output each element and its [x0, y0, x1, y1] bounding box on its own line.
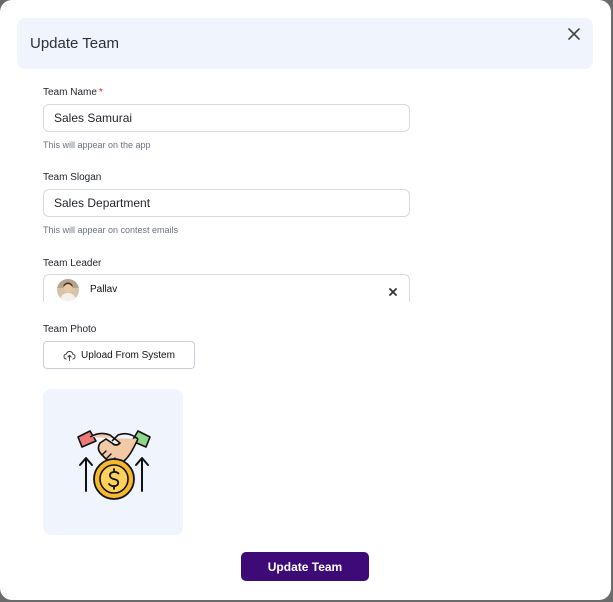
team-leader-select[interactable]: Pallav	[43, 274, 410, 302]
cloud-upload-icon	[63, 350, 76, 361]
team-name-hint: This will appear on the app	[43, 140, 151, 150]
upload-from-system-button[interactable]: Upload From System	[43, 341, 195, 369]
avatar	[57, 279, 79, 301]
team-slogan-label: Team Slogan	[43, 172, 102, 183]
team-slogan-input[interactable]	[43, 189, 410, 217]
update-team-modal: Update Team Team Name* This will appear …	[0, 0, 611, 600]
modal-title: Update Team	[30, 35, 119, 52]
close-icon[interactable]	[566, 26, 582, 42]
team-name-input[interactable]	[43, 104, 410, 132]
team-slogan-hint: This will appear on contest emails	[43, 225, 179, 235]
team-name-label-text: Team Name	[43, 87, 97, 98]
team-name-label: Team Name *	[43, 87, 103, 98]
update-team-button[interactable]: Update Team	[241, 552, 369, 581]
required-marker: *	[98, 87, 103, 98]
team-leader-value: Pallav	[90, 284, 118, 295]
clear-icon[interactable]	[388, 284, 398, 296]
team-photo-label: Team Photo	[43, 324, 97, 335]
upload-button-label: Upload From System	[81, 349, 175, 361]
team-photo-preview	[43, 389, 183, 535]
team-leader-label: Team Leader	[43, 258, 102, 269]
modal-header: Update Team	[17, 18, 593, 69]
